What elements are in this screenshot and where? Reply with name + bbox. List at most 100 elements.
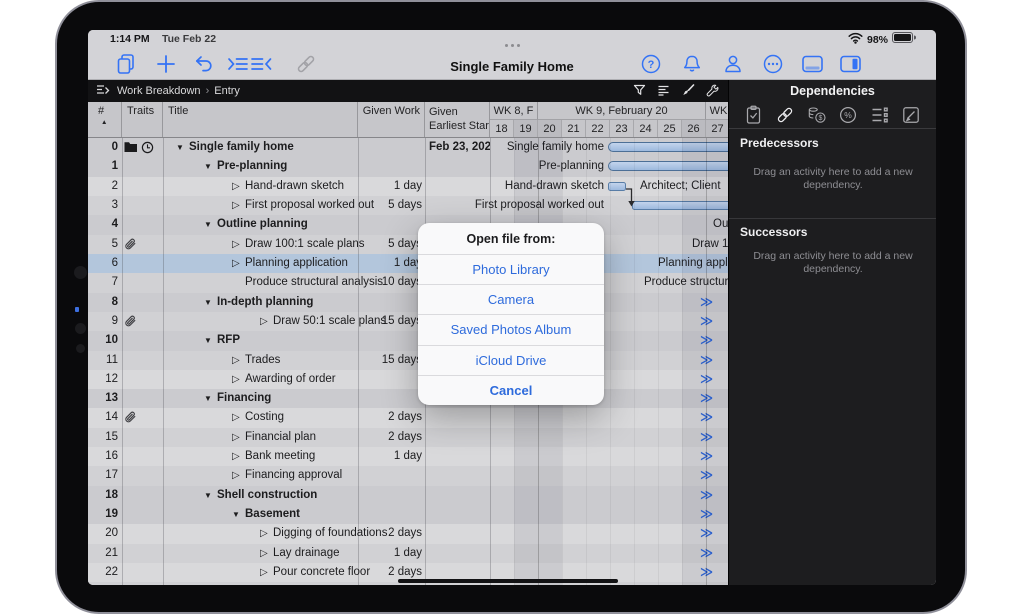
overflow-chevrons[interactable]: ≫: [700, 428, 713, 447]
list-icon[interactable]: [870, 105, 890, 125]
table-row[interactable]: 5▷Draw 100:1 scale plans5 daysDraw 100:1…: [88, 235, 728, 254]
table-row[interactable]: 8▼In-depth planning≫: [88, 293, 728, 312]
table-row[interactable]: 11▷Trades15 days≫: [88, 351, 728, 370]
collapse-triangle[interactable]: ▼: [204, 293, 212, 312]
overflow-chevrons[interactable]: ≫: [700, 408, 713, 427]
popup-option[interactable]: Camera: [418, 284, 604, 314]
table-row[interactable]: 18▼Shell construction≫: [88, 486, 728, 505]
summary-bar[interactable]: [608, 161, 728, 171]
table-row[interactable]: 0▼Single family homeFeb 23, 2022Single f…: [88, 138, 728, 157]
overflow-chevrons[interactable]: ≫: [700, 582, 713, 585]
horizontal-scrollbar[interactable]: [398, 579, 618, 583]
expand-triangle[interactable]: ▷: [232, 408, 240, 427]
paperclip-icon: [124, 411, 138, 425]
expand-triangle[interactable]: ▷: [232, 351, 240, 370]
right-panel-icon[interactable]: [838, 52, 864, 78]
table-row[interactable]: 6▷Planning application1 dayPlanning appl…: [88, 254, 728, 273]
table-row[interactable]: 4▼Outline planningOutline planning: [88, 215, 728, 234]
summary-bar[interactable]: [608, 142, 728, 152]
breadcrumb-page[interactable]: Entry: [214, 85, 240, 97]
expand-triangle[interactable]: ▷: [260, 524, 268, 543]
help-icon[interactable]: ?: [639, 52, 665, 78]
table-row[interactable]: 9▷Draw 50:1 scale plans15 days≫: [88, 312, 728, 331]
format-icon[interactable]: [657, 84, 672, 98]
table-row[interactable]: 7Produce structural analysis10 daysProdu…: [88, 273, 728, 292]
predecessors-dropzone[interactable]: Drag an activity here to add a new depen…: [753, 166, 913, 192]
table-row[interactable]: 1▼Pre-planningPre-planning: [88, 157, 728, 176]
overflow-chevrons[interactable]: ≫: [700, 293, 713, 312]
task-bar[interactable]: [608, 182, 626, 191]
link-icon[interactable]: [775, 105, 795, 125]
popup-option[interactable]: Saved Photos Album: [418, 314, 604, 344]
notifications-icon[interactable]: [680, 52, 706, 78]
overflow-chevrons[interactable]: ≫: [700, 524, 713, 543]
user-icon[interactable]: [721, 52, 747, 78]
table-row[interactable]: 10▼RFP≫: [88, 331, 728, 350]
column-header-given-work[interactable]: Given Work: [358, 102, 425, 138]
table-row[interactable]: 13▼Financing≫: [88, 389, 728, 408]
bottom-panel-icon[interactable]: [800, 52, 826, 78]
overflow-chevrons[interactable]: ≫: [700, 312, 713, 331]
more-icon[interactable]: [761, 52, 787, 78]
successors-dropzone[interactable]: Drag an activity here to add a new depen…: [753, 250, 913, 276]
overflow-chevrons[interactable]: ≫: [700, 544, 713, 563]
costs-icon[interactable]: $: [807, 105, 827, 125]
table-row[interactable]: 20▷Digging of foundations2 days≫: [88, 524, 728, 543]
popup-option[interactable]: iCloud Drive: [418, 345, 604, 375]
table-row[interactable]: 19▼Basement≫: [88, 505, 728, 524]
expand-triangle[interactable]: ▷: [232, 196, 240, 215]
collapse-triangle[interactable]: ▼: [204, 215, 212, 234]
expand-triangle[interactable]: ▷: [260, 312, 268, 331]
collapse-triangle[interactable]: ▼: [176, 138, 184, 157]
expand-triangle[interactable]: ▷: [232, 254, 240, 273]
collapse-triangle[interactable]: ▼: [232, 505, 240, 524]
expand-triangle[interactable]: ▷: [232, 370, 240, 389]
multitasking-indicator[interactable]: [88, 38, 936, 50]
collapse-triangle[interactable]: ▼: [204, 157, 212, 176]
column-header-traits[interactable]: Traits: [122, 102, 163, 138]
expand-triangle[interactable]: ▷: [232, 235, 240, 254]
style-brush-icon[interactable]: [681, 84, 696, 98]
table-row[interactable]: 3▷First proposal worked out5 daysFirst p…: [88, 196, 728, 215]
table-row[interactable]: 16▷Bank meeting1 day≫: [88, 447, 728, 466]
overflow-chevrons[interactable]: ≫: [700, 370, 713, 389]
expand-triangle[interactable]: ▷: [260, 563, 268, 582]
overflow-chevrons[interactable]: ≫: [700, 466, 713, 485]
collapse-triangle[interactable]: ▼: [204, 389, 212, 408]
overflow-chevrons[interactable]: ≫: [700, 563, 713, 582]
expand-triangle[interactable]: ▷: [260, 582, 268, 585]
clipboard-icon[interactable]: [744, 105, 764, 125]
column-header-num[interactable]: # ▲: [88, 102, 122, 138]
overflow-chevrons[interactable]: ≫: [700, 351, 713, 370]
view-icon[interactable]: [96, 84, 111, 98]
overflow-chevrons[interactable]: ≫: [700, 389, 713, 408]
collapse-triangle[interactable]: ▼: [204, 486, 212, 505]
table-row[interactable]: 14▷Costing2 days≫: [88, 408, 728, 427]
column-header-title[interactable]: Title: [163, 102, 358, 138]
settings-wrench-icon[interactable]: [705, 84, 720, 98]
overflow-chevrons[interactable]: ≫: [700, 486, 713, 505]
table-row[interactable]: 15▷Financial plan2 days≫: [88, 428, 728, 447]
task-bar[interactable]: [632, 201, 728, 210]
expand-triangle[interactable]: ▷: [232, 177, 240, 196]
column-header-earliest-start[interactable]: Given Earliest Start: [425, 102, 490, 138]
filter-icon[interactable]: [633, 84, 648, 98]
overflow-chevrons[interactable]: ≫: [700, 447, 713, 466]
table-row[interactable]: 2▷Hand-drawn sketch1 dayHand-drawn sketc…: [88, 177, 728, 196]
task-title: Costing: [245, 408, 284, 427]
table-row[interactable]: 21▷Lay drainage1 day≫: [88, 544, 728, 563]
collapse-triangle[interactable]: ▼: [204, 331, 212, 350]
overflow-chevrons[interactable]: ≫: [700, 505, 713, 524]
table-row[interactable]: 17▷Financing approval≫: [88, 466, 728, 485]
popup-cancel-button[interactable]: Cancel: [418, 375, 604, 405]
overflow-chevrons[interactable]: ≫: [700, 331, 713, 350]
table-row[interactable]: 12▷Awarding of order≫: [88, 370, 728, 389]
popup-option[interactable]: Photo Library: [418, 254, 604, 284]
expand-triangle[interactable]: ▷: [232, 447, 240, 466]
expand-triangle[interactable]: ▷: [232, 466, 240, 485]
breadcrumb-section[interactable]: Work Breakdown: [117, 85, 201, 97]
expand-triangle[interactable]: ▷: [232, 428, 240, 447]
edit-icon[interactable]: [901, 105, 921, 125]
percent-icon[interactable]: %: [838, 105, 858, 125]
expand-triangle[interactable]: ▷: [260, 544, 268, 563]
